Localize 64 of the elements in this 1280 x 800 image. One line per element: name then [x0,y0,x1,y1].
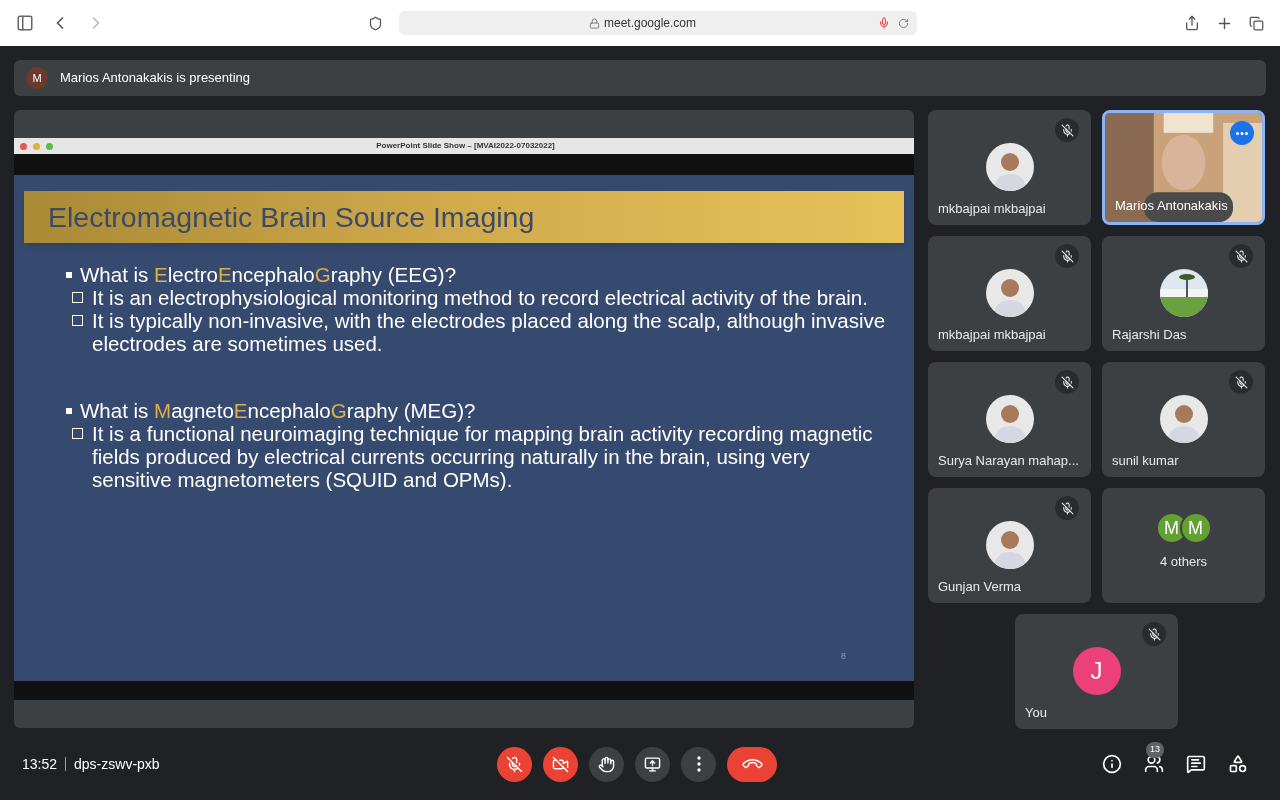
camera-button[interactable] [543,746,578,782]
avatar: M [1179,512,1212,544]
tabs-icon[interactable] [1249,15,1264,31]
mic-off-icon [506,755,523,773]
hand-icon [598,755,615,773]
participant-name: sunil kumar [1112,451,1179,470]
participant-name: Marios Antonakakis [1115,196,1228,215]
page-number: 8 [841,649,846,663]
sub-bullet-text: It is a functional neuroimaging technique for mapping brain activity recording magnetic fields produced by electrical currents occurring naturally in the brain, using very sensitive magnetometers (SQUID and OPMs). [92,422,874,491]
bullet-text: What is ElectroEncephaloGraphy (EEG)? [80,263,457,286]
present-icon [644,755,661,773]
address-bar[interactable]: meet.google.com [399,11,917,35]
more-icon [696,756,701,772]
present-button[interactable] [635,746,670,782]
participant-tile[interactable]: Surya Narayan mahap... [928,362,1091,477]
bullet-icon [66,271,72,278]
participant-name: Rajarshi Das [1112,325,1187,344]
mic-button[interactable] [497,746,532,782]
checkbox-bullet-icon [72,315,83,326]
activities-icon[interactable] [1228,754,1248,774]
participant-tile[interactable]: Gunjan Verma [928,488,1091,603]
participant-tile[interactable]: Rajarshi Das [1102,236,1265,351]
presenting-text: Marios Antonakakis is presenting [60,69,251,88]
meeting-code: dps-zswv-pxb [74,754,160,774]
hand-button[interactable] [589,746,624,782]
bullet-text: What is MagnetoEncephaloGraphy (MEG)? [80,399,476,422]
participant-tile[interactable]: Marios Antonakakis [1102,110,1265,225]
participant-tile[interactable]: J You [1015,614,1178,729]
people-icon[interactable] [1144,754,1164,774]
window-title: PowerPoint Slide Show – [MVAI2022-07032022] [375,140,556,152]
leave-button[interactable] [727,746,777,782]
slide-title: Electromagnetic Brain Source Imaging [48,199,535,235]
participant-tile[interactable]: mkbajpai mkbajpai [928,236,1091,351]
info-icon[interactable] [1102,754,1122,774]
participant-tile[interactable]: mkbajpai mkbajpai [928,110,1091,225]
share-icon[interactable] [1184,15,1200,31]
privacy-icon[interactable] [368,15,383,31]
mic-icon[interactable] [878,17,890,29]
url-text: meet.google.com [603,15,697,32]
more-icon [1236,131,1248,135]
sub-bullet-text: It is an electrophysiological monitoring method to record electrical activity of the brain. [92,286,869,309]
participants-badge: 13 [1146,742,1164,758]
sidebar-icon[interactable] [16,14,34,32]
chat-icon[interactable] [1186,754,1206,774]
participant-tile[interactable]: M M 4 others [1102,488,1265,603]
participant-name: You [1025,703,1047,722]
avatar: M [26,67,48,89]
participant-tile[interactable]: sunil kumar [1102,362,1265,477]
participant-name: mkbajpai mkbajpai [938,325,1046,344]
checkbox-bullet-icon [72,428,83,439]
camera-off-icon [552,755,569,773]
participant-name: mkbajpai mkbajpai [938,199,1046,218]
meeting-time: 13:52 [22,754,58,774]
more-button[interactable] [681,746,716,782]
lock-icon [588,17,600,29]
bullet-icon [66,407,72,414]
sub-bullet-text: It is typically non-invasive, with the electrodes placed along the scalp, although invasive electrodes are sometimes used. [92,309,887,355]
participant-name: Gunjan Verma [938,577,1022,596]
avatar: J [1072,647,1121,695]
close-icon[interactable] [20,142,27,150]
reload-icon[interactable] [898,17,909,29]
participant-name: Surya Narayan mahap... [938,451,1079,470]
checkbox-bullet-icon [72,292,83,303]
participant-count: 4 others [1160,553,1207,571]
